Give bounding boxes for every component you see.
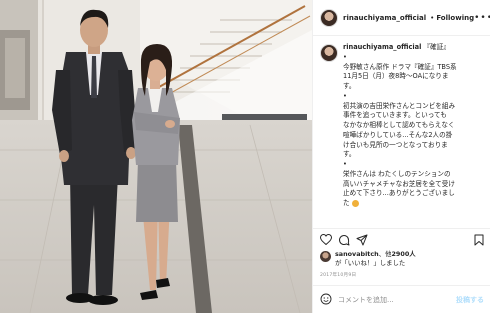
header-username[interactable]: rinauchiyama_official	[343, 14, 426, 22]
more-options-icon[interactable]: •••	[474, 13, 490, 23]
caption-line: •	[343, 52, 347, 61]
bookmark-icon[interactable]	[474, 234, 484, 246]
caption-line: 事件を追っていきます。といっても	[343, 111, 447, 120]
caption-line: 初共演の吉田栄作さんとコンビを組み	[343, 101, 456, 110]
comment-input[interactable]: コメントを追加...	[338, 295, 456, 305]
caption-line: 今野敏さん原作 ドラマ『確証』TBS系	[343, 62, 457, 71]
caption-line: •	[343, 91, 347, 100]
photo-illustration	[0, 0, 312, 313]
caption-line: •	[343, 160, 347, 168]
caption-line: 栄作さんは わたくしのテンションの	[343, 169, 451, 178]
comment-icon[interactable]	[338, 234, 350, 246]
caption-body: rinauchiyama_official 『確証』 • 今野敏さん原作 ドラマ…	[343, 43, 457, 209]
caption-line: け合いも見所の一つとなっておりま	[343, 140, 448, 149]
post-date: 2017年10月9日	[320, 273, 357, 278]
comments-section[interactable]: rinauchiyama_official 『確証』 • 今野敏さん原作 ドラマ…	[313, 37, 490, 224]
caption-line: た	[343, 199, 350, 207]
liker-avatar[interactable]	[320, 251, 331, 262]
caption-line: 11月5日（月）夜8時〜OAになりま	[343, 72, 449, 81]
caption-line: 喧嘩ばかりしている...そんな2人の掛	[343, 130, 453, 139]
caption-line: す。	[343, 82, 356, 90]
smiling-face-emoji-icon	[351, 199, 359, 207]
likes-suffix: が「いいね！」しました	[335, 259, 406, 268]
heart-icon[interactable]	[320, 234, 332, 245]
caption-line: 『確証』	[423, 43, 450, 51]
likes-summary: sanovabitch、他2900人 が「いいね！」しました	[320, 250, 486, 269]
likes-count[interactable]: 2900人	[391, 250, 415, 258]
caption-avatar[interactable]	[320, 44, 338, 62]
likes-text: sanovabitch、他2900人 が「いいね！」しました	[335, 250, 416, 269]
post-photo[interactable]	[0, 0, 312, 313]
caption-line: す。	[343, 150, 356, 159]
caption: rinauchiyama_official 『確証』 • 今野敏さん原作 ドラマ…	[320, 43, 484, 209]
comment-box: コメントを追加... 投稿する	[313, 285, 490, 313]
post-header: rinauchiyama_official • Following •••	[313, 0, 490, 36]
caption-line: 高いハチャメチャなお芝居を全て受け	[343, 179, 455, 188]
share-icon[interactable]	[356, 234, 368, 246]
caption-line: なかなか相棒として認めてもらえなく	[343, 121, 455, 129]
following-button[interactable]: Following	[436, 14, 474, 22]
smiley-icon[interactable]	[320, 290, 332, 309]
caption-username[interactable]: rinauchiyama_official	[343, 43, 421, 51]
separator-dot: •	[430, 13, 435, 22]
action-bar	[313, 228, 490, 250]
post-side-panel: rinauchiyama_official • Following ••• ri…	[312, 0, 490, 313]
liker-username[interactable]: sanovabitch	[335, 250, 379, 258]
caption-line: 止めて下さり...ありがとうございまし	[343, 189, 455, 198]
post-comment-button[interactable]: 投稿する	[456, 295, 484, 305]
profile-avatar[interactable]	[320, 8, 338, 27]
likes-middle: 、他	[378, 250, 392, 258]
